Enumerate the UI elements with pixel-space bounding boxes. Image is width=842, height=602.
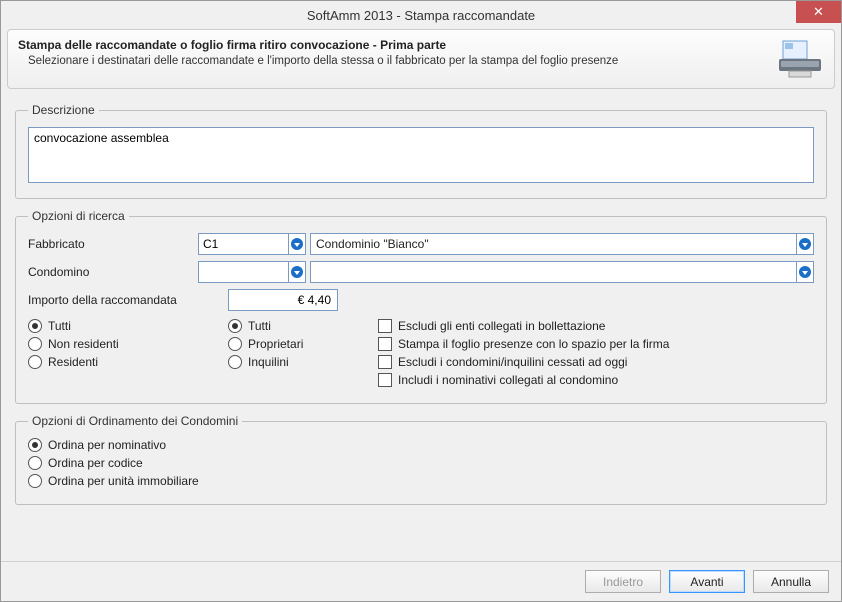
radio-tutti-1[interactable]: Tutti — [28, 319, 228, 333]
printer-icon — [776, 38, 824, 80]
row-condomino: Condomino — [28, 261, 814, 283]
fabbricato-code-input[interactable] — [198, 233, 288, 255]
window: SoftAmm 2013 - Stampa raccomandate ✕ Sta… — [0, 0, 842, 602]
fieldset-descrizione: Descrizione — [15, 103, 827, 199]
header-texts: Stampa delle raccomandate o foglio firma… — [18, 38, 766, 67]
check-escludi-enti[interactable]: Escludi gli enti collegati in bollettazi… — [378, 319, 814, 333]
radio-group-tipo: Tutti Proprietari Inquilini — [228, 319, 378, 391]
close-button[interactable]: ✕ — [796, 1, 841, 23]
fabbricato-name-box[interactable]: Condominio "Bianco" — [310, 233, 797, 255]
cancel-button[interactable]: Annulla — [753, 570, 829, 593]
window-title: SoftAmm 2013 - Stampa raccomandate — [307, 8, 535, 23]
check-includi-nominativi[interactable]: Includi i nominativi collegati al condom… — [378, 373, 814, 387]
radio-icon — [228, 355, 242, 369]
radio-label: Ordina per unità immobiliare — [48, 474, 199, 488]
next-button[interactable]: Avanti — [669, 570, 745, 593]
radio-non-residenti[interactable]: Non residenti — [28, 337, 228, 351]
label-importo: Importo della raccomandata — [28, 293, 228, 307]
check-label: Includi i nominativi collegati al condom… — [398, 373, 618, 387]
condomino-code-input[interactable] — [198, 261, 288, 283]
label-condomino: Condomino — [28, 265, 198, 279]
radio-label: Non residenti — [48, 337, 119, 351]
check-label: Stampa il foglio presenze con lo spazio … — [398, 337, 669, 351]
legend-descrizione: Descrizione — [28, 103, 99, 117]
header-panel: Stampa delle raccomandate o foglio firma… — [7, 29, 835, 89]
checkbox-icon — [378, 355, 392, 369]
descrizione-input[interactable] — [28, 127, 814, 183]
radio-label: Proprietari — [248, 337, 303, 351]
fabbricato-name: Condominio "Bianco" — [316, 237, 429, 251]
row-fabbricato: Fabbricato Condominio "Bianco" — [28, 233, 814, 255]
radio-icon — [28, 456, 42, 470]
condomino-name-box[interactable] — [310, 261, 797, 283]
chevron-down-icon[interactable] — [288, 233, 306, 255]
header-title: Stampa delle raccomandate o foglio firma… — [18, 38, 766, 52]
chevron-down-icon[interactable] — [796, 233, 814, 255]
radio-label: Inquilini — [248, 355, 289, 369]
radio-tutti-2[interactable]: Tutti — [228, 319, 378, 333]
legend-ordinamento: Opzioni di Ordinamento dei Condomini — [28, 414, 242, 428]
close-icon: ✕ — [813, 4, 824, 20]
legend-ricerca: Opzioni di ricerca — [28, 209, 129, 223]
radio-icon — [28, 319, 42, 333]
titlebar: SoftAmm 2013 - Stampa raccomandate ✕ — [1, 1, 841, 29]
radio-ordina-unita[interactable]: Ordina per unità immobiliare — [28, 474, 814, 488]
options-grid: Tutti Non residenti Residenti Tutti Prop… — [28, 319, 814, 391]
radio-label: Tutti — [248, 319, 271, 333]
radio-icon — [28, 355, 42, 369]
radio-icon — [228, 319, 242, 333]
row-importo: Importo della raccomandata — [28, 289, 814, 311]
fieldset-ordinamento: Opzioni di Ordinamento dei Condomini Ord… — [15, 414, 827, 505]
footer-bar: Indietro Avanti Annulla — [1, 561, 841, 601]
radio-proprietari[interactable]: Proprietari — [228, 337, 378, 351]
combo-fabbricato-code[interactable] — [198, 233, 306, 255]
chevron-down-icon[interactable] — [796, 261, 814, 283]
radio-group-residenza: Tutti Non residenti Residenti — [28, 319, 228, 391]
check-label: Escludi gli enti collegati in bollettazi… — [398, 319, 605, 333]
radio-label: Tutti — [48, 319, 71, 333]
checkbox-icon — [378, 373, 392, 387]
radio-ordina-nominativo[interactable]: Ordina per nominativo — [28, 438, 814, 452]
radio-label: Ordina per codice — [48, 456, 143, 470]
combo-condomino-code[interactable] — [198, 261, 306, 283]
checkbox-icon — [378, 319, 392, 333]
checkbox-icon — [378, 337, 392, 351]
check-escludi-cessati[interactable]: Escludi i condomini/inquilini cessati ad… — [378, 355, 814, 369]
fieldset-ricerca: Opzioni di ricerca Fabbricato Condominio… — [15, 209, 827, 404]
check-stampa-foglio[interactable]: Stampa il foglio presenze con lo spazio … — [378, 337, 814, 351]
back-button: Indietro — [585, 570, 661, 593]
radio-icon — [28, 474, 42, 488]
check-label: Escludi i condomini/inquilini cessati ad… — [398, 355, 627, 369]
radio-label: Residenti — [48, 355, 98, 369]
radio-ordina-codice[interactable]: Ordina per codice — [28, 456, 814, 470]
radio-icon — [28, 337, 42, 351]
radio-icon — [28, 438, 42, 452]
header-subtitle: Selezionare i destinatari delle raccoman… — [18, 55, 766, 67]
chevron-down-icon[interactable] — [288, 261, 306, 283]
radio-label: Ordina per nominativo — [48, 438, 166, 452]
radio-icon — [228, 337, 242, 351]
radio-residenti[interactable]: Residenti — [28, 355, 228, 369]
checkbox-group: Escludi gli enti collegati in bollettazi… — [378, 319, 814, 391]
label-fabbricato: Fabbricato — [28, 237, 198, 251]
radio-inquilini[interactable]: Inquilini — [228, 355, 378, 369]
importo-input[interactable] — [228, 289, 338, 311]
